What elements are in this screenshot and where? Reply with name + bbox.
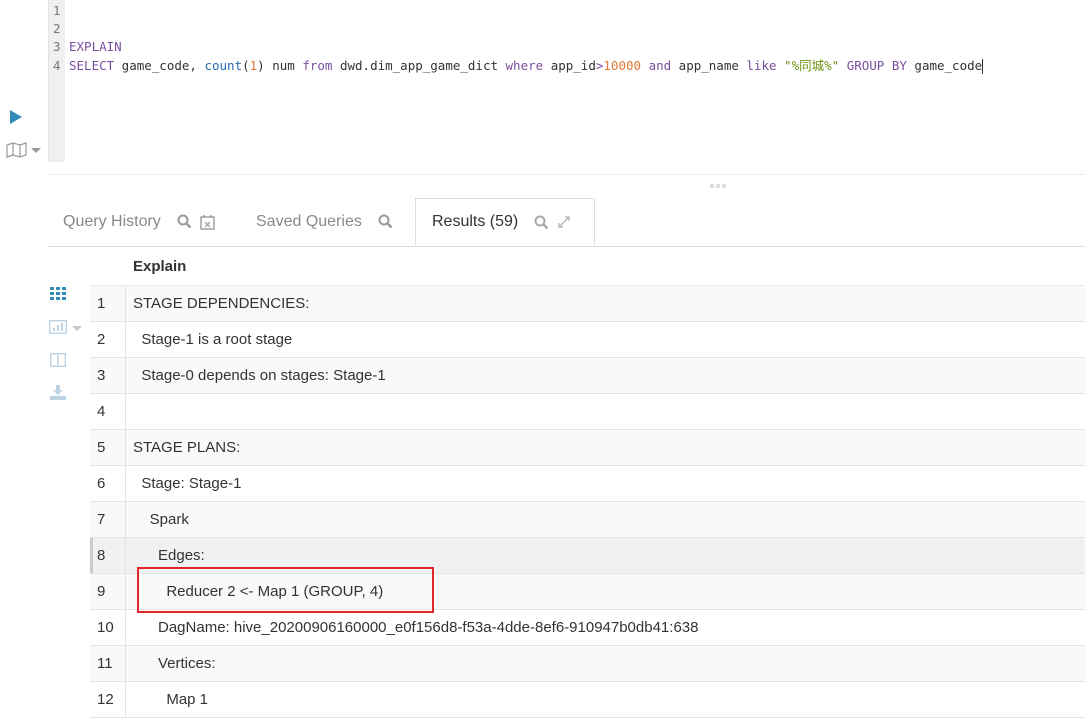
code-line[interactable]: 2 bbox=[48, 20, 983, 38]
row-value: Map 1 bbox=[133, 691, 209, 708]
row-value: Reducer 2 <- Map 1 (GROUP, 4) bbox=[133, 583, 384, 600]
play-icon[interactable] bbox=[10, 110, 22, 124]
search-icon[interactable] bbox=[177, 214, 192, 229]
chevron-down-icon[interactable] bbox=[31, 148, 41, 153]
code-token: count bbox=[204, 57, 243, 73]
code-token: game_code bbox=[906, 57, 983, 73]
results-table: Explain 1 STAGE DEPENDENCIES: 2 Stage-1 is… bbox=[90, 248, 1085, 718]
row-number: 8 bbox=[90, 538, 126, 573]
table-row[interactable]: 12 Map 1 bbox=[90, 682, 1085, 718]
sql-editor[interactable]: 1 2 3 EXPLAIN 4 SELECT game_code, count(1) nu… bbox=[48, 0, 1085, 162]
code-text[interactable] bbox=[62, 20, 69, 38]
table-row[interactable]: 4 bbox=[90, 394, 1085, 430]
calendar-x-icon[interactable] bbox=[200, 214, 215, 230]
code-token: GROUP BY bbox=[846, 57, 907, 73]
tab-label: Results (59) bbox=[432, 213, 519, 230]
row-value: STAGE DEPENDENCIES: bbox=[133, 295, 310, 312]
result-tabs: Query History Saved Queries Results (59) bbox=[48, 198, 1085, 247]
table-row[interactable]: 9 Reducer 2 <- Map 1 (GROUP, 4) bbox=[90, 574, 1085, 610]
row-number: 4 bbox=[90, 394, 126, 429]
row-number: 3 bbox=[90, 358, 126, 393]
columns-icon[interactable] bbox=[50, 353, 66, 367]
code-line[interactable]: 1 bbox=[48, 2, 983, 20]
code-token: app_id bbox=[543, 57, 596, 73]
row-number: 11 bbox=[90, 646, 126, 681]
line-number: 1 bbox=[53, 3, 61, 18]
line-number: 2 bbox=[53, 21, 61, 37]
code-text[interactable]: SELECT game_code, count(1) num from dwd.… bbox=[62, 57, 984, 75]
tab-saved-queries[interactable]: Saved Queries bbox=[256, 198, 401, 245]
tab-results[interactable]: Results (59) bbox=[415, 198, 595, 246]
table-row[interactable]: 10 DagName: hive_20200906160000_e0f156d8… bbox=[90, 610, 1085, 646]
code-token: and bbox=[648, 57, 672, 73]
line-number: 4 bbox=[53, 57, 61, 73]
table-row[interactable]: 11 Vertices: bbox=[90, 646, 1085, 682]
code-token: 10000 bbox=[603, 57, 642, 73]
code-text[interactable] bbox=[62, 2, 69, 20]
table-row[interactable]: 7 Spark bbox=[90, 502, 1085, 538]
row-number: 7 bbox=[90, 502, 126, 537]
code-token: like bbox=[746, 57, 777, 73]
code-token: "%同城%" bbox=[784, 57, 840, 73]
row-value: Vertices: bbox=[133, 655, 216, 672]
table-header: Explain bbox=[90, 248, 1085, 286]
expand-icon[interactable] bbox=[557, 215, 571, 229]
row-number: 1 bbox=[90, 286, 126, 321]
table-row[interactable]: 3 Stage-0 depends on stages: Stage-1 bbox=[90, 358, 1085, 394]
table-row[interactable]: 5 STAGE PLANS: bbox=[90, 430, 1085, 466]
row-value: Spark bbox=[133, 511, 189, 528]
code-token: game_code, bbox=[114, 57, 205, 73]
map-icon[interactable] bbox=[6, 142, 28, 158]
code-token: ) num bbox=[257, 57, 303, 73]
row-value: Stage-0 depends on stages: Stage-1 bbox=[133, 367, 386, 384]
row-value: Stage-1 is a root stage bbox=[133, 331, 293, 348]
tab-label: Query History bbox=[63, 212, 161, 230]
row-number: 9 bbox=[90, 574, 126, 609]
code-token: ( bbox=[242, 57, 250, 73]
table-row[interactable]: 8 Edges: bbox=[90, 538, 1085, 574]
code-line[interactable]: 4 SELECT game_code, count(1) num from dwd… bbox=[48, 57, 984, 75]
divider bbox=[48, 174, 1085, 175]
grid-icon[interactable] bbox=[50, 287, 66, 300]
table-body: 1 STAGE DEPENDENCIES: 2 Stage-1 is a root … bbox=[90, 286, 1085, 718]
search-icon[interactable] bbox=[534, 215, 549, 230]
row-number: 6 bbox=[90, 466, 126, 501]
code-token: SELECT bbox=[69, 57, 115, 73]
code-token: EXPLAIN bbox=[69, 39, 122, 55]
chart-icon[interactable] bbox=[49, 320, 67, 334]
code-token: dwd.dim_app_game_dict bbox=[332, 57, 506, 73]
code-line[interactable]: 3 EXPLAIN bbox=[48, 38, 983, 56]
chevron-down-icon[interactable] bbox=[72, 326, 82, 331]
row-number: 5 bbox=[90, 430, 126, 465]
code-token: where bbox=[505, 57, 544, 73]
code-text[interactable]: EXPLAIN bbox=[62, 38, 122, 56]
tab-query-history[interactable]: Query History bbox=[63, 198, 223, 245]
row-value: STAGE PLANS: bbox=[133, 439, 241, 456]
code-token: app_name bbox=[671, 57, 747, 73]
table-row[interactable]: 2 Stage-1 is a root stage bbox=[90, 322, 1085, 358]
resize-handle[interactable] bbox=[710, 184, 726, 188]
table-row[interactable]: 1 STAGE DEPENDENCIES: bbox=[90, 286, 1085, 322]
code-token: from bbox=[302, 57, 333, 73]
search-icon[interactable] bbox=[378, 214, 393, 229]
text-cursor bbox=[982, 58, 984, 74]
column-header-explain[interactable]: Explain bbox=[133, 258, 186, 275]
table-row[interactable]: 6 Stage: Stage-1 bbox=[90, 466, 1085, 502]
tab-label: Saved Queries bbox=[256, 212, 362, 230]
row-number: 12 bbox=[90, 682, 126, 717]
code-lines[interactable]: 1 2 3 EXPLAIN 4 SELECT game_code, count(1) nu… bbox=[48, 2, 984, 75]
line-number: 3 bbox=[53, 39, 61, 55]
row-value: DagName: hive_20200906160000_e0f156d8-f5… bbox=[133, 619, 699, 636]
row-number: 10 bbox=[90, 610, 126, 645]
row-number: 2 bbox=[90, 322, 126, 357]
row-value: Stage: Stage-1 bbox=[133, 475, 242, 492]
download-icon[interactable] bbox=[50, 385, 66, 400]
row-value: Edges: bbox=[133, 547, 205, 564]
